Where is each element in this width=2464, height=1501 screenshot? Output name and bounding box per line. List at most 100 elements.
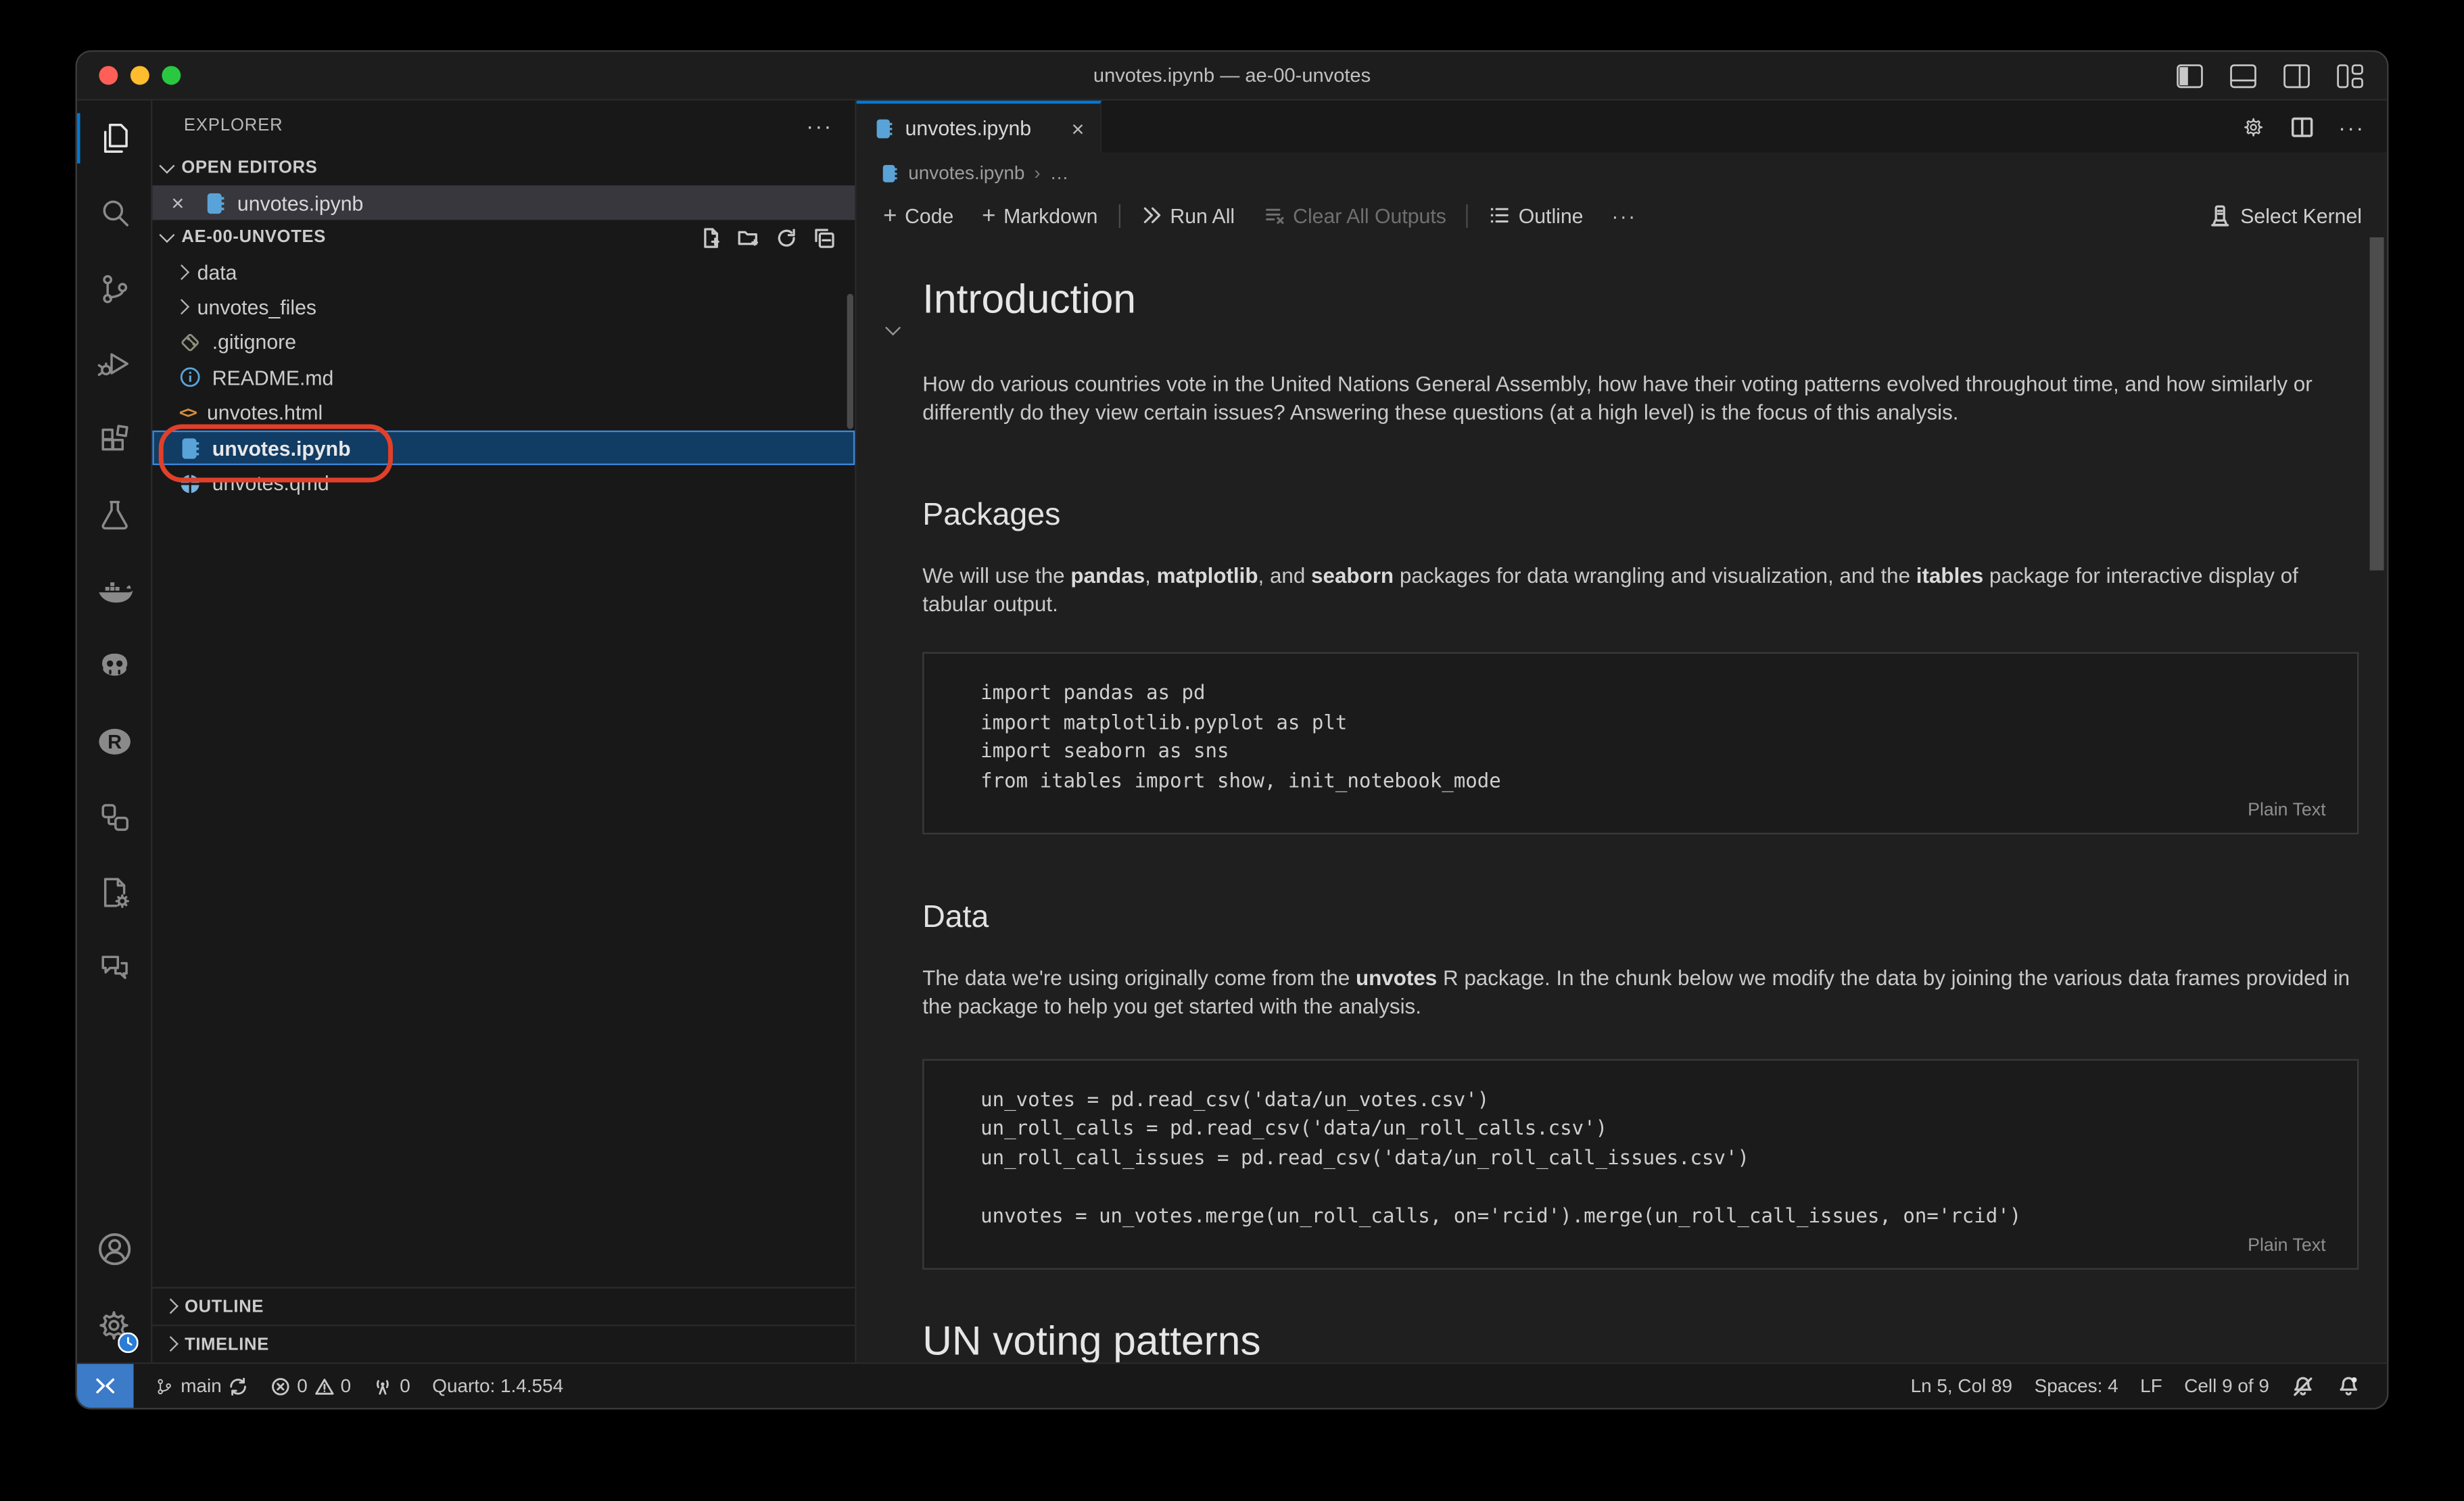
info-file-icon — [179, 366, 202, 389]
vscode-window: unvotes.ipynb — ae-00-unvotes — [76, 50, 2389, 1409]
ports-item[interactable]: 0 — [362, 1375, 421, 1397]
toggle-primary-sidebar-icon[interactable] — [2175, 62, 2204, 89]
cell-language-label[interactable]: Plain Text — [980, 802, 2325, 821]
extensions-icon[interactable] — [77, 402, 151, 478]
run-all-button[interactable]: Run All — [1126, 204, 1249, 227]
refresh-explorer-icon[interactable] — [775, 225, 799, 249]
file-row-unvotes-files[interactable]: unvotes_files — [152, 290, 855, 325]
branch-icon — [154, 1376, 174, 1396]
sidebar-scrollbar[interactable] — [847, 294, 853, 429]
explorer-more-actions-icon[interactable]: ··· — [806, 113, 833, 138]
toolbar-more-actions-icon[interactable]: ··· — [1597, 204, 1651, 227]
file-settings-icon[interactable] — [77, 855, 151, 930]
cursor-position-item[interactable]: Ln 5, Col 89 — [1899, 1375, 2023, 1397]
open-editor-item[interactable]: × unvotes.ipynb — [152, 185, 855, 220]
testing-beaker-icon[interactable] — [77, 477, 151, 553]
new-file-icon[interactable] — [699, 225, 723, 249]
comments-icon[interactable] — [77, 930, 151, 1006]
file-row-data[interactable]: data — [152, 254, 855, 289]
indentation-item[interactable]: Spaces: 4 — [2023, 1375, 2129, 1397]
docker-icon[interactable] — [77, 553, 151, 629]
code-cell-imports[interactable]: import pandas as pd import matplotlib.py… — [922, 652, 2359, 835]
status-bar: main 0 0 0 Quarto: 1.4.554 Ln 5, Col 89 … — [77, 1362, 2387, 1408]
markdown-h2-data: Data — [922, 901, 2359, 937]
breadcrumb[interactable]: unvotes.ipynb › … — [857, 152, 2388, 193]
outline-section[interactable]: OUTLINE — [152, 1287, 855, 1325]
git-file-icon — [179, 331, 202, 354]
broadcast-icon — [373, 1376, 394, 1396]
minimize-window-button[interactable] — [131, 66, 149, 85]
customize-layout-icon[interactable] — [2335, 62, 2365, 89]
code-cell-load-data[interactable]: un_votes = pd.read_csv('data/un_votes.cs… — [922, 1058, 2359, 1270]
r-language-icon[interactable]: R — [77, 704, 151, 780]
clear-all-outputs-button[interactable]: Clear All Outputs — [1249, 204, 1461, 227]
notebook-file-icon — [181, 436, 201, 460]
run-all-icon — [1140, 204, 1162, 227]
split-editor-icon[interactable] — [2290, 114, 2315, 139]
markdown-h1-introduction: Introduction — [922, 275, 2359, 324]
timeline-section[interactable]: TIMELINE — [152, 1325, 855, 1362]
notifications-bell-icon[interactable] — [2326, 1374, 2371, 1398]
outline-button[interactable]: Outline — [1475, 204, 1598, 227]
editor-group: unvotes.ipynb × ··· unvotes.ipynb › … + — [857, 101, 2388, 1362]
search-icon[interactable] — [77, 176, 151, 252]
toggle-panel-icon[interactable] — [2228, 62, 2258, 89]
add-markdown-cell-button[interactable]: + Markdown — [968, 202, 1112, 229]
explorer-sidebar: EXPLORER ··· OPEN EDITORS × unvotes.ipyn… — [152, 101, 856, 1362]
quarto-file-icon — [179, 472, 202, 494]
open-editors-section[interactable]: OPEN EDITORS — [152, 151, 855, 185]
clear-outputs-icon — [1263, 204, 1285, 227]
file-row-gitignore[interactable]: .gitignore — [152, 325, 855, 360]
tab-bar: unvotes.ipynb × ··· — [857, 101, 2388, 153]
collapse-folders-icon[interactable] — [813, 225, 836, 249]
cell-position-item[interactable]: Cell 9 of 9 — [2173, 1375, 2280, 1397]
cell-collapse-chevron-icon[interactable] — [888, 294, 898, 343]
remote-indicator[interactable] — [77, 1364, 134, 1408]
run-debug-icon[interactable] — [77, 327, 151, 402]
markdown-h1-un-voting-patterns: UN voting patterns — [922, 1317, 2359, 1362]
file-row-unvotes-html[interactable]: <> unvotes.html — [152, 396, 855, 431]
markdown-h2-packages: Packages — [922, 498, 2359, 534]
linked-squares-icon[interactable] — [77, 780, 151, 855]
workspace-section-header[interactable]: AE-00-UNVOTES — [152, 220, 855, 254]
sync-icon — [228, 1376, 248, 1396]
editor-scrollbar[interactable] — [2370, 237, 2384, 571]
cell-language-label[interactable]: Plain Text — [980, 1237, 2325, 1256]
source-control-icon[interactable] — [77, 252, 151, 327]
editor-more-actions-icon[interactable]: ··· — [2338, 114, 2365, 139]
explorer-icon[interactable] — [77, 101, 151, 176]
problems-item[interactable]: 0 0 — [259, 1375, 362, 1397]
settings-gear-icon[interactable] — [77, 1287, 151, 1362]
toggle-secondary-sidebar-icon[interactable] — [2281, 62, 2311, 89]
add-code-cell-button[interactable]: + Code — [869, 202, 968, 229]
errors-icon — [270, 1376, 291, 1396]
editor-settings-gear-icon[interactable] — [2241, 114, 2266, 139]
markdown-paragraph-data: The data we're using originally come fro… — [922, 966, 2359, 1021]
file-row-unvotes-qmd[interactable]: unvotes.qmd — [152, 466, 855, 501]
select-kernel-button[interactable]: Select Kernel — [2207, 204, 2387, 227]
new-folder-icon[interactable] — [737, 225, 761, 249]
sidebar-title: EXPLORER — [184, 116, 283, 135]
settings-sync-clock-badge — [118, 1333, 138, 1353]
do-not-disturb-icon[interactable] — [2280, 1374, 2325, 1398]
notebook-file-icon — [206, 191, 226, 214]
svg-text:R: R — [107, 732, 121, 753]
open-editors-label: OPEN EDITORS — [181, 159, 317, 178]
close-window-button[interactable] — [99, 66, 118, 85]
close-editor-icon[interactable]: × — [171, 192, 184, 214]
file-row-unvotes-ipynb-selected[interactable]: unvotes.ipynb — [152, 431, 855, 466]
outline-list-icon — [1489, 204, 1511, 227]
notebook-content[interactable]: Introduction How do various countries vo… — [857, 237, 2388, 1362]
html-file-icon: <> — [179, 404, 196, 423]
git-branch-item[interactable]: main — [143, 1375, 259, 1397]
close-tab-icon[interactable]: × — [1072, 116, 1085, 141]
markdown-paragraph-packages: We will use the pandas, matplotlib, and … — [922, 563, 2359, 618]
accounts-icon[interactable] — [77, 1212, 151, 1287]
eol-item[interactable]: LF — [2129, 1375, 2173, 1397]
copilot-icon[interactable] — [77, 629, 151, 705]
zoom-window-button[interactable] — [162, 66, 181, 85]
tab-unvotes-ipynb[interactable]: unvotes.ipynb × — [857, 101, 1102, 153]
titlebar: unvotes.ipynb — ae-00-unvotes — [77, 52, 2387, 101]
quarto-version-item[interactable]: Quarto: 1.4.554 — [421, 1375, 574, 1397]
file-row-readme[interactable]: README.md — [152, 360, 855, 396]
